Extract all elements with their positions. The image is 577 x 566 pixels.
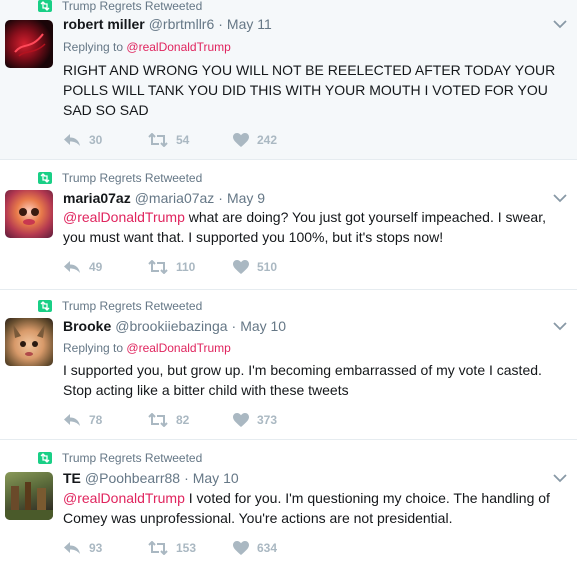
tweet-actions: 49 110 510 (63, 260, 318, 274)
chevron-down-icon[interactable] (553, 19, 567, 29)
separator: · (218, 16, 223, 32)
separator: · (184, 470, 189, 486)
retweet-button[interactable]: 82 (148, 413, 233, 427)
heart-icon (233, 133, 249, 147)
reply-button[interactable]: 49 (63, 260, 148, 274)
retweet-button[interactable]: 54 (148, 133, 233, 147)
reply-icon (64, 261, 80, 273)
like-button[interactable]: 510 (233, 260, 318, 274)
tweet[interactable]: Trump Regrets Retweeted robert miller @r… (0, 0, 577, 160)
display-name[interactable]: Brooke (63, 318, 111, 334)
timestamp[interactable]: May 10 (193, 470, 239, 486)
tweet-body: RIGHT AND WRONG YOU WILL NOT BE REELECTE… (63, 62, 556, 118)
reply-icon (64, 414, 80, 426)
retweet-icon (38, 300, 52, 312)
reply-icon (64, 542, 80, 554)
retweet-label: Trump Regrets Retweeted (62, 171, 203, 185)
retweet-count: 110 (176, 260, 196, 274)
tweet-text: @realDonaldTrump what are doing? You jus… (63, 207, 563, 247)
tweet[interactable]: Trump Regrets Retweeted TE @Poohbearr88 … (0, 440, 577, 566)
retweet-button[interactable]: 153 (148, 541, 233, 555)
timeline-feed: Trump Regrets Retweeted robert miller @r… (0, 0, 577, 566)
avatar[interactable] (5, 190, 53, 238)
retweet-icon (38, 0, 52, 12)
replying-to-label: Replying to (63, 341, 124, 355)
replying-to: Replying to @realDonaldTrump (63, 341, 231, 355)
timestamp[interactable]: May 9 (227, 190, 265, 206)
mention-link[interactable]: @realDonaldTrump (63, 490, 185, 506)
display-name[interactable]: robert miller (63, 16, 145, 32)
reply-count: 93 (89, 541, 103, 555)
separator: · (231, 318, 237, 334)
retweet-context: Trump Regrets Retweeted (38, 0, 202, 14)
timestamp[interactable]: May 11 (227, 16, 272, 32)
replying-to: Replying to @realDonaldTrump (63, 40, 231, 54)
chevron-down-icon[interactable] (553, 321, 567, 331)
reply-mention-link[interactable]: @realDonaldTrump (126, 341, 230, 355)
reply-button[interactable]: 93 (63, 541, 148, 555)
tweet-actions: 93 153 634 (63, 541, 318, 555)
separator: · (218, 190, 223, 206)
tweet-text: I supported you, but grow up. I'm becomi… (63, 360, 563, 400)
like-button[interactable]: 373 (233, 413, 318, 427)
like-count: 373 (257, 413, 278, 427)
retweet-label: Trump Regrets Retweeted (62, 0, 203, 13)
chevron-down-icon[interactable] (553, 473, 567, 483)
heart-icon (233, 541, 249, 555)
retweet-icon (38, 452, 52, 464)
like-button[interactable]: 242 (233, 133, 318, 147)
tweet-text: @realDonaldTrump I voted for you. I'm qu… (63, 488, 563, 528)
retweet-context: Trump Regrets Retweeted (38, 298, 202, 314)
tweet[interactable]: Trump Regrets Retweeted Brooke @brookiie… (0, 290, 577, 440)
avatar[interactable] (5, 318, 53, 366)
retweet-icon (148, 413, 168, 427)
retweet-label: Trump Regrets Retweeted (62, 299, 203, 313)
reply-button[interactable]: 30 (63, 133, 148, 147)
timestamp[interactable]: May 10 (240, 318, 286, 334)
avatar[interactable] (5, 472, 53, 520)
mention-link[interactable]: @realDonaldTrump (63, 209, 185, 225)
retweet-icon (148, 133, 168, 147)
tweet-actions: 78 82 373 (63, 413, 318, 427)
retweet-context: Trump Regrets Retweeted (38, 170, 202, 186)
display-name[interactable]: maria07az (63, 190, 131, 206)
retweet-button[interactable]: 110 (148, 260, 233, 274)
like-count: 510 (257, 260, 278, 274)
tweet-body: I supported you, but grow up. I'm becomi… (63, 362, 542, 398)
reply-count: 49 (89, 260, 103, 274)
tweet-header: TE @Poohbearr88 · May 10 (63, 470, 239, 486)
reply-count: 30 (89, 133, 103, 147)
tweet-text: RIGHT AND WRONG YOU WILL NOT BE REELECTE… (63, 60, 563, 120)
like-button[interactable]: 634 (233, 541, 318, 555)
like-count: 242 (257, 133, 278, 147)
tweet-actions: 30 54 242 (63, 133, 318, 147)
tweet[interactable]: Trump Regrets Retweeted maria07az @maria… (0, 160, 577, 290)
tweet-header: robert miller @rbrtmllr6 · May 11 (63, 16, 272, 32)
reply-icon (64, 134, 80, 146)
reply-count: 78 (89, 413, 103, 427)
tweet-header: maria07az @maria07az · May 9 (63, 190, 265, 206)
reply-mention-link[interactable]: @realDonaldTrump (126, 40, 230, 54)
replying-to-label: Replying to (63, 40, 124, 54)
retweet-count: 54 (176, 133, 190, 147)
username[interactable]: @rbrtmllr6 (149, 16, 215, 32)
username[interactable]: @brookiiebazinga (115, 318, 227, 334)
retweet-icon (148, 541, 168, 555)
retweet-icon (148, 260, 168, 274)
avatar[interactable] (5, 20, 53, 68)
display-name[interactable]: TE (63, 470, 81, 486)
chevron-down-icon[interactable] (553, 193, 567, 203)
retweet-count: 82 (176, 413, 190, 427)
reply-button[interactable]: 78 (63, 413, 148, 427)
retweet-context: Trump Regrets Retweeted (38, 450, 202, 466)
username[interactable]: @maria07az (135, 190, 215, 206)
retweet-label: Trump Regrets Retweeted (62, 451, 203, 465)
heart-icon (233, 413, 249, 427)
tweet-header: Brooke @brookiiebazinga · May 10 (63, 318, 286, 334)
like-count: 634 (257, 541, 278, 555)
heart-icon (233, 260, 249, 274)
retweet-count: 153 (176, 541, 197, 555)
retweet-icon (38, 172, 52, 184)
username[interactable]: @Poohbearr88 (85, 470, 180, 486)
